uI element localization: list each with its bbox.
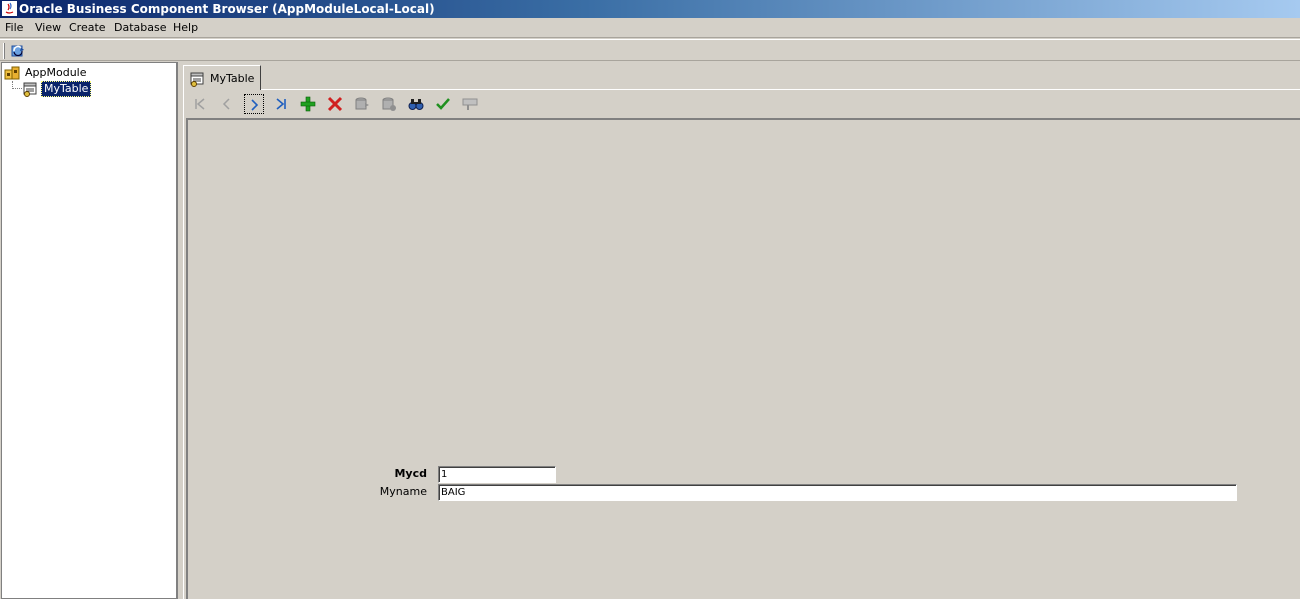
- tree-node-label: AppModule: [25, 66, 87, 79]
- main-toolbar: [0, 39, 1300, 61]
- validate-icon[interactable]: [433, 94, 453, 114]
- save-record-icon[interactable]: [352, 94, 372, 114]
- menu-create[interactable]: Create: [69, 21, 106, 35]
- menu-view[interactable]: View: [35, 21, 61, 35]
- myname-label: Myname: [379, 485, 427, 498]
- find-icon[interactable]: [406, 94, 426, 114]
- insert-record-icon[interactable]: [298, 94, 318, 114]
- module-icon: [4, 65, 20, 81]
- tree-node-label: MyTable: [41, 81, 92, 97]
- record-form: Mycd 1 Myname BAIG: [186, 118, 1300, 599]
- tab-strip: MyTable: [183, 62, 1300, 91]
- menu-bar: File View Create Database Help: [0, 18, 1300, 38]
- menu-file[interactable]: File: [5, 21, 23, 35]
- java-app-icon: [2, 1, 17, 16]
- title-bar: Oracle Business Component Browser (AppMo…: [0, 0, 1300, 18]
- component-tree: AppModule MyTable: [1, 62, 178, 599]
- tree-connector: [12, 81, 22, 89]
- edit-icon[interactable]: [460, 94, 480, 114]
- tab-mytable[interactable]: MyTable: [183, 65, 261, 91]
- myname-field[interactable]: BAIG: [438, 484, 1237, 501]
- last-record-icon[interactable]: [271, 94, 291, 114]
- view-object-icon: [189, 71, 205, 87]
- window-title: Oracle Business Component Browser (AppMo…: [19, 2, 435, 16]
- toolbar-grip: [3, 43, 5, 59]
- menu-help[interactable]: Help: [173, 21, 198, 35]
- tab-label: MyTable: [210, 72, 255, 85]
- refresh-icon[interactable]: [9, 42, 27, 60]
- navigation-toolbar: [188, 92, 488, 116]
- view-object-icon: [22, 81, 38, 97]
- mycd-field[interactable]: 1: [438, 466, 556, 483]
- menu-database[interactable]: Database: [114, 21, 167, 35]
- delete-record-icon[interactable]: [325, 94, 345, 114]
- next-record-icon[interactable]: [244, 94, 264, 114]
- tab-content-panel: Mycd 1 Myname BAIG: [183, 90, 1300, 599]
- mycd-label: Mycd: [394, 467, 427, 480]
- rollback-icon[interactable]: [379, 94, 399, 114]
- previous-record-icon[interactable]: [217, 94, 237, 114]
- first-record-icon[interactable]: [190, 94, 210, 114]
